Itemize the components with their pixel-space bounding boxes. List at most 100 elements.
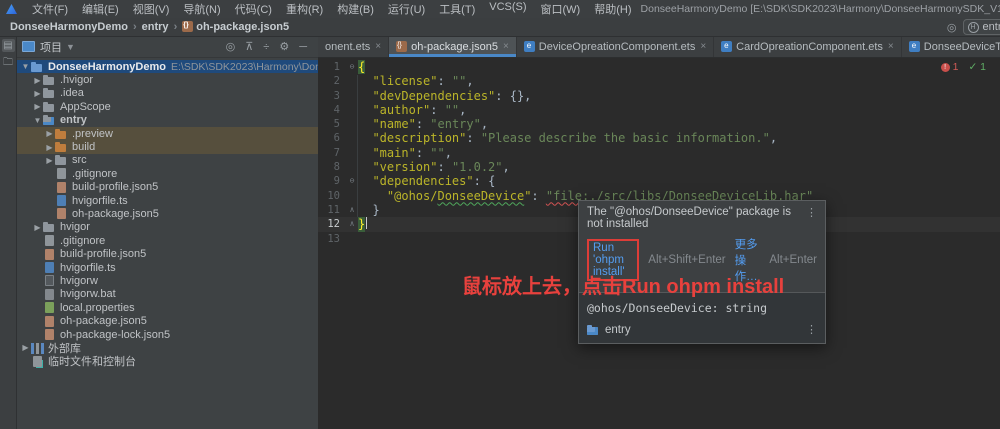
breadcrumb-item[interactable]: oh-package.json5 — [180, 21, 291, 33]
tree-item[interactable]: ▼DonseeHarmonyDemoE:\SDK\SDK2023\Harmony… — [16, 60, 318, 73]
menu-item[interactable]: 代码(C) — [228, 0, 279, 18]
tab-close-icon[interactable]: × — [888, 41, 894, 52]
code-token: , — [445, 146, 452, 160]
line-number: 10 — [318, 189, 346, 203]
fold-open-icon[interactable]: ⊖ — [346, 174, 358, 188]
folder-tool-window-icon[interactable]: 🗀 — [2, 56, 15, 69]
code-line[interactable]: 3 "devDependencies": {}, — [318, 89, 1000, 103]
menu-item[interactable]: VCS(S) — [482, 0, 533, 18]
kebab-menu-icon[interactable]: ⋮ — [804, 206, 819, 219]
editor-tab[interactable]: DonseeDeviceTest.ets× — [902, 36, 1000, 57]
line-number: 12 — [318, 217, 346, 231]
code-token: : — [437, 160, 451, 174]
project-panel-title[interactable]: 项目 — [40, 39, 62, 55]
chevron-collapsed-icon[interactable]: ▶ — [44, 143, 55, 152]
code-line[interactable]: 9⊖ "dependencies": { — [318, 174, 1000, 188]
project-tool-window-icon[interactable]: ▤ — [2, 39, 15, 52]
code-token: "@ohos/ — [387, 189, 438, 203]
tab-close-icon[interactable]: × — [375, 41, 381, 52]
code-token — [358, 146, 372, 160]
device-manager-icon[interactable]: ◎ — [947, 21, 957, 34]
code-line[interactable]: 6 "description": "Please describe the ba… — [318, 131, 1000, 145]
fold-open-icon[interactable]: ⊖ — [346, 60, 358, 74]
menu-item[interactable]: 工具(T) — [432, 0, 482, 18]
chevron-collapsed-icon[interactable]: ▶ — [32, 89, 43, 98]
tree-item[interactable]: oh-package.json5 — [16, 207, 318, 220]
tree-item[interactable]: .gitignore — [16, 234, 318, 247]
hide-panel-icon[interactable]: ─ — [294, 41, 312, 53]
collapse-all-icon[interactable]: ÷ — [258, 41, 274, 53]
gutter-space — [346, 146, 358, 160]
tree-item[interactable]: ▶hvigor — [16, 221, 318, 234]
tree-item[interactable]: ▶.hvigor — [16, 73, 318, 86]
gutter-space — [346, 189, 358, 203]
editor-tab[interactable]: CardOpreationComponent.ets× — [714, 36, 902, 57]
code-line[interactable]: 8 "version": "1.0.2", — [318, 160, 1000, 174]
code-line[interactable]: 1⊖{ — [318, 60, 1000, 74]
chevron-collapsed-icon[interactable]: ▶ — [32, 102, 43, 111]
tab-label: oh-package.json5 — [411, 41, 498, 53]
tree-item[interactable]: ▼entry — [16, 114, 318, 127]
tree-item[interactable]: build-profile.json5 — [16, 247, 318, 260]
fold-end-icon[interactable]: ∧ — [346, 217, 358, 231]
code-token: } — [372, 203, 379, 217]
code-editor[interactable]: 1⊖{2 "license": "",3 "devDependencies": … — [318, 58, 1000, 429]
breadcrumb-item[interactable]: DonseeHarmonyDemo — [8, 21, 130, 33]
menu-item[interactable]: 构建(B) — [330, 0, 381, 18]
tree-item[interactable]: ▶.idea — [16, 87, 318, 100]
breadcrumb-item[interactable]: entry — [140, 21, 171, 33]
menu-item[interactable]: 编辑(E) — [75, 0, 126, 18]
code-line[interactable]: 7 "main": "", — [318, 146, 1000, 160]
chevron-expanded-icon[interactable]: ▼ — [32, 116, 43, 125]
editor-tab[interactable]: onent.ets× — [318, 36, 389, 57]
tree-item[interactable]: ▶src — [16, 154, 318, 167]
chevron-collapsed-icon[interactable]: ▶ — [32, 223, 43, 232]
menu-item[interactable]: 帮助(H) — [587, 0, 638, 18]
tree-item[interactable]: hvigorfile.ts — [16, 261, 318, 274]
tree-item[interactable]: hvigorfile.ts — [16, 194, 318, 207]
tab-close-icon[interactable]: × — [503, 41, 509, 52]
code-line[interactable]: 2 "license": "", — [318, 74, 1000, 88]
tree-item[interactable]: ▶.preview — [16, 127, 318, 140]
code-line[interactable]: 4 "author": "", — [318, 103, 1000, 117]
chevron-collapsed-icon[interactable]: ▶ — [32, 76, 43, 85]
external-libraries-icon — [31, 343, 44, 354]
panel-settings-icon[interactable]: ⚙ — [274, 40, 294, 53]
editor-tab[interactable]: DeviceOpreationComponent.ets× — [517, 36, 714, 57]
tree-item[interactable]: hvigorw.bat — [16, 288, 318, 301]
menu-item[interactable]: 文件(F) — [25, 0, 75, 18]
chevron-down-icon[interactable]: ▼ — [66, 42, 75, 52]
inspection-widget[interactable]: ! 1 ✓ 1 — [941, 61, 986, 73]
tree-item[interactable]: 临时文件和控制台 — [16, 355, 318, 368]
tree-item[interactable]: .gitignore — [16, 167, 318, 180]
code-line[interactable]: 5 "name": "entry", — [318, 117, 1000, 131]
code-token — [358, 160, 372, 174]
tree-item[interactable]: build-profile.json5 — [16, 181, 318, 194]
chevron-collapsed-icon[interactable]: ▶ — [20, 343, 31, 352]
chevron-collapsed-icon[interactable]: ▶ — [44, 129, 55, 138]
scroll-from-source-icon[interactable]: ⊼ — [240, 40, 258, 53]
line-number: 7 — [318, 146, 346, 160]
tree-item[interactable]: hvigorw — [16, 274, 318, 287]
tree-item[interactable]: ▶AppScope — [16, 100, 318, 113]
menu-item[interactable]: 导航(N) — [176, 0, 227, 18]
menu-item[interactable]: 窗口(W) — [534, 0, 588, 18]
tree-item[interactable]: ▶build — [16, 140, 318, 153]
chevron-expanded-icon[interactable]: ▼ — [20, 62, 31, 71]
menu-item[interactable]: 视图(V) — [126, 0, 177, 18]
kebab-menu-icon[interactable]: ⋮ — [804, 323, 819, 336]
editor-tab[interactable]: oh-package.json5 × — [389, 36, 517, 57]
chevron-collapsed-icon[interactable]: ▶ — [44, 156, 55, 165]
ts-file-icon — [45, 262, 54, 273]
fold-end-icon[interactable]: ∧ — [346, 203, 358, 217]
tree-item[interactable]: oh-package.json5 — [16, 314, 318, 327]
main-menu: 文件(F)编辑(E)视图(V)导航(N)代码(C)重构(R)构建(B)运行(U)… — [25, 0, 639, 18]
gutter-space — [346, 117, 358, 131]
menu-item[interactable]: 运行(U) — [381, 0, 432, 18]
menu-item[interactable]: 重构(R) — [279, 0, 330, 18]
tree-item[interactable]: local.properties — [16, 301, 318, 314]
ets-file-icon — [721, 41, 732, 52]
device-selector[interactable]: H entry — [963, 19, 1000, 35]
tab-close-icon[interactable]: × — [700, 41, 706, 52]
locate-file-icon[interactable]: ◎ — [221, 40, 241, 53]
